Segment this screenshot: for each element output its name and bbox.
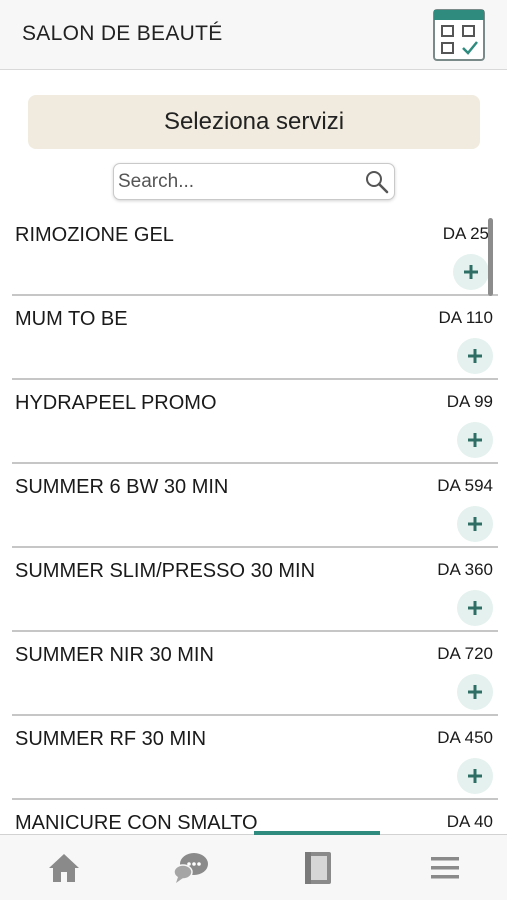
plus-icon: [468, 769, 482, 783]
service-name: RIMOZIONE GEL: [15, 224, 174, 246]
calendar-check-icon: [433, 9, 485, 61]
service-list[interactable]: RIMOZIONE GEL DA 25 MUM TO BE DA 110 HYD…: [0, 212, 507, 834]
book-icon: [305, 852, 331, 884]
bottom-navigation: [0, 831, 507, 900]
add-service-button[interactable]: [457, 506, 493, 542]
plus-icon: [464, 265, 478, 279]
service-name: SUMMER 6 BW 30 MIN: [15, 476, 229, 498]
service-name: HYDRAPEEL PROMO: [15, 392, 217, 414]
menu-icon: [431, 857, 459, 879]
list-item[interactable]: HYDRAPEEL PROMO DA 99: [12, 380, 498, 464]
service-price: DA 594: [437, 476, 493, 495]
nav-chat[interactable]: [171, 849, 211, 887]
service-name: SUMMER RF 30 MIN: [15, 728, 207, 750]
search-icon[interactable]: [364, 169, 390, 195]
plus-icon: [468, 349, 482, 363]
service-price: DA 40: [446, 812, 493, 831]
plus-icon: [468, 601, 482, 615]
add-service-button[interactable]: [457, 338, 493, 374]
list-item[interactable]: SUMMER 6 BW 30 MIN DA 594: [12, 464, 498, 548]
plus-icon: [468, 517, 482, 531]
service-name: MANICURE CON SMALTO: [15, 812, 258, 834]
calendar-button[interactable]: [432, 6, 486, 62]
service-name: SUMMER SLIM/PRESSO 30 MIN: [15, 560, 316, 582]
list-item[interactable]: SUMMER NIR 30 MIN DA 720: [12, 632, 498, 716]
list-item[interactable]: MUM TO BE DA 110: [12, 296, 498, 380]
search-box[interactable]: [113, 163, 395, 200]
section-title-banner: Seleziona servizi: [28, 95, 480, 149]
nav-menu[interactable]: [425, 849, 465, 887]
nav-home[interactable]: [44, 849, 84, 887]
service-price: DA 360: [437, 560, 493, 579]
service-price: DA 720: [437, 644, 493, 663]
list-item[interactable]: MANICURE CON SMALTO DA 40: [12, 800, 498, 834]
list-item[interactable]: SUMMER SLIM/PRESSO 30 MIN DA 360: [12, 548, 498, 632]
active-tab-indicator: [254, 831, 380, 835]
nav-services[interactable]: [298, 849, 338, 887]
app-title: SALON DE BEAUTÉ: [22, 22, 223, 45]
search-input[interactable]: [118, 168, 358, 196]
home-icon: [49, 854, 79, 882]
list-item[interactable]: RIMOZIONE GEL DA 25: [12, 212, 498, 296]
add-service-button[interactable]: [457, 674, 493, 710]
plus-icon: [468, 433, 482, 447]
add-service-button[interactable]: [457, 758, 493, 794]
service-price: DA 99: [446, 392, 493, 411]
list-scrollbar[interactable]: [488, 218, 493, 296]
add-service-button[interactable]: [453, 254, 489, 290]
add-service-button[interactable]: [457, 422, 493, 458]
plus-icon: [468, 685, 482, 699]
service-price: DA 25: [442, 224, 489, 243]
service-name: SUMMER NIR 30 MIN: [15, 644, 214, 666]
chat-icon: [173, 853, 208, 883]
service-price: DA 450: [437, 728, 493, 747]
service-name: MUM TO BE: [15, 308, 128, 330]
add-service-button[interactable]: [457, 590, 493, 626]
service-price: DA 110: [438, 308, 493, 327]
list-item[interactable]: SUMMER RF 30 MIN DA 450: [12, 716, 498, 800]
app-header: SALON DE BEAUTÉ: [0, 0, 507, 70]
